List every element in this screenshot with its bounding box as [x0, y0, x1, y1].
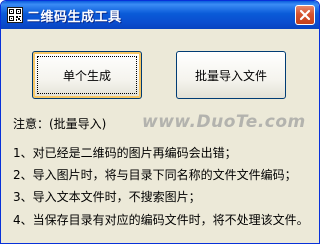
note-rule: 2、导入图片时，将与目录下同名称的文件文件编码；: [13, 168, 297, 182]
batch-import-label: 批量导入文件: [194, 68, 267, 83]
single-generate-button[interactable]: 单个生成: [32, 51, 142, 99]
batch-import-button[interactable]: 批量导入文件: [176, 51, 286, 99]
qr-code-icon: [7, 7, 23, 23]
single-generate-label: 单个生成: [62, 68, 111, 83]
title-bar[interactable]: 二维码生成工具: [1, 1, 319, 29]
window-title: 二维码生成工具: [27, 10, 122, 25]
note-rule: 3、导入文本文件时，不搜索图片；: [13, 190, 201, 204]
notes-heading: 注意：(批量导入): [13, 117, 107, 131]
note-rule: 1、对已经是二维码的图片再编码会出错；: [13, 146, 237, 160]
close-button[interactable]: [295, 5, 315, 25]
note-rule: 4、当保存目录有对应的编码文件时，将不处理该文件。: [13, 213, 309, 227]
app-window: 二维码生成工具 单个生成 批量导入文件 www.DuoTe.com 注意：(批量…: [0, 0, 320, 244]
close-icon: [299, 9, 311, 21]
watermark: www.DuoTe.com: [142, 112, 306, 132]
dialog-body: 单个生成 批量导入文件 www.DuoTe.com 注意：(批量导入) 1、对已…: [4, 29, 316, 241]
